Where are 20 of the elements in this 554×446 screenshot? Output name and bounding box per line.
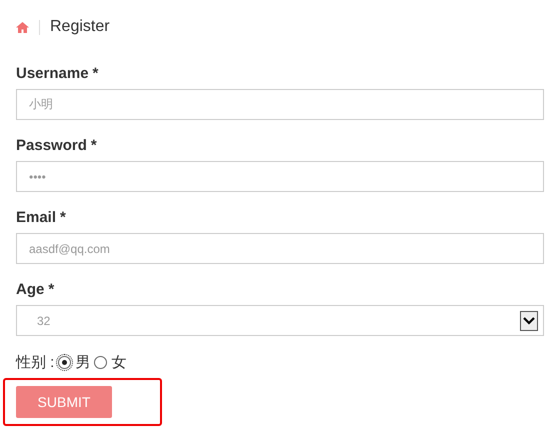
age-select[interactable]: 32 (16, 305, 544, 336)
input-field[interactable]: •••• (16, 161, 544, 192)
field-label: Username (16, 65, 89, 82)
radio-button[interactable] (94, 356, 108, 369)
required-mark: * (48, 281, 54, 298)
field-label: Password (16, 137, 87, 154)
field-label: Email (16, 209, 56, 226)
required-mark: * (90, 137, 97, 154)
radio-label[interactable]: 男 (75, 353, 90, 372)
required-mark: * (60, 209, 66, 226)
required-mark: * (92, 65, 98, 82)
input-field[interactable]: aasdf@qq.com (16, 233, 544, 264)
submit-button[interactable]: SUBMIT (16, 386, 112, 418)
home-icon[interactable] (16, 22, 29, 32)
page-title: Register (50, 18, 110, 36)
gender-label: 性别 : (16, 353, 54, 372)
radio-button[interactable] (58, 356, 72, 369)
radio-label[interactable]: 女 (111, 353, 126, 372)
field-label: Age (16, 281, 44, 298)
input-field[interactable]: 小明 (16, 89, 544, 120)
